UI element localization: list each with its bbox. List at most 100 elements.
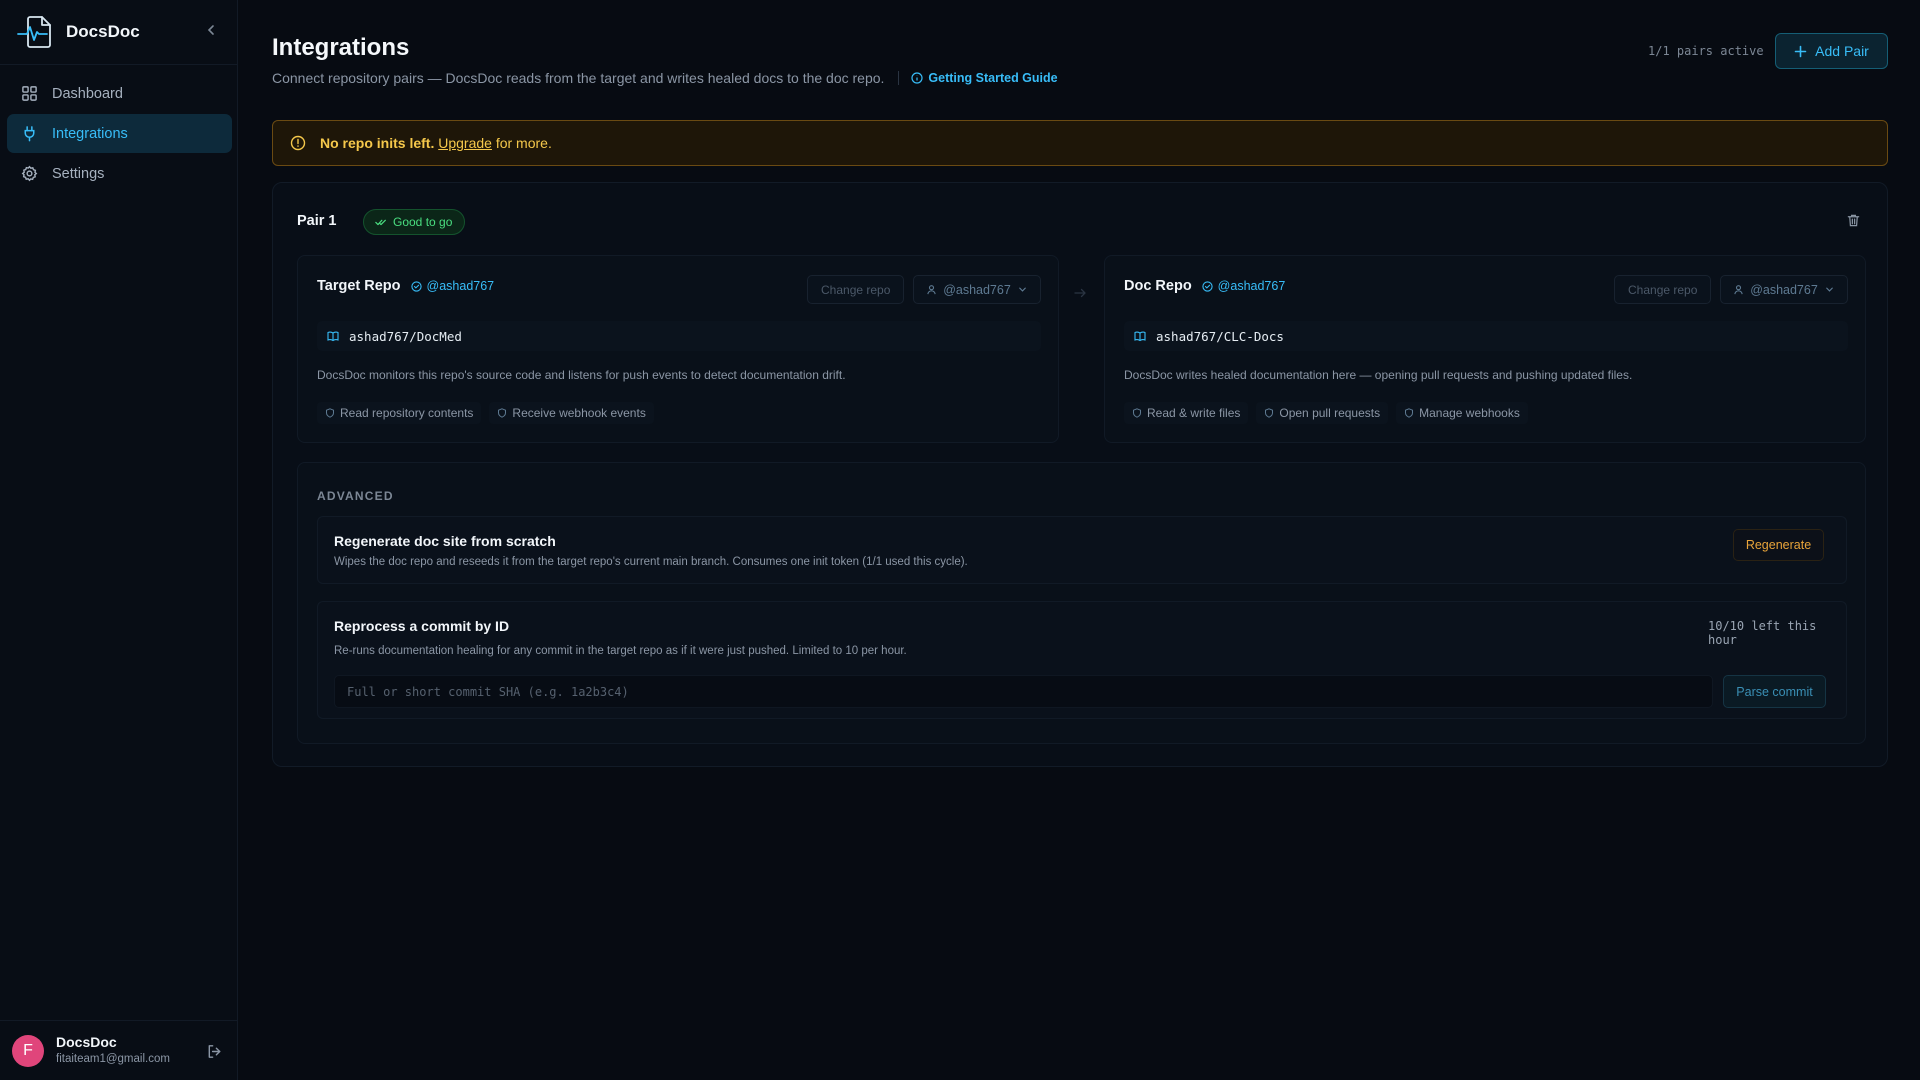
plug-icon [24, 126, 35, 142]
doc-account-label: @ashad767 [1750, 282, 1818, 297]
advanced-label: ADVANCED [317, 489, 394, 503]
getting-started-guide-link[interactable]: Getting Started Guide [911, 71, 1058, 85]
chevron-down-icon [1825, 287, 1833, 292]
permission-chip: Read repository contents [317, 402, 482, 424]
page-subtitle-row: Connect repository pairs — DocsDoc reads… [272, 70, 1058, 86]
regenerate-title: Regenerate doc site from scratch [334, 533, 556, 549]
target-change-repo-button[interactable]: Change repo [807, 275, 905, 304]
doc-permissions: Read & write files Open pull requests Ma… [1124, 402, 1528, 424]
add-pair-label: Add Pair [1815, 43, 1869, 59]
target-account-label: @ashad767 [943, 282, 1011, 297]
permission-label: Manage webhooks [1419, 406, 1520, 420]
banner-rest-text: for more. [495, 135, 552, 151]
doc-owner-label: @ashad767 [1217, 279, 1286, 293]
grid-icon [22, 86, 37, 101]
shield-icon [1133, 408, 1141, 418]
status-badge-label: Good to go [393, 215, 453, 229]
add-pair-button[interactable]: Add Pair [1775, 33, 1888, 69]
book-icon [327, 331, 339, 342]
shield-icon [326, 408, 334, 418]
shield-icon [1405, 408, 1414, 418]
page-title: Integrations [272, 34, 410, 61]
sidebar: DocsDoc Dashboard Integrations Settings … [0, 0, 238, 1080]
target-permissions: Read repository contents Receive webhook… [317, 402, 654, 424]
target-repo-title: Target Repo [317, 278, 401, 294]
target-repo-card: Target Repo @ashad767 Change repo @ashad… [297, 255, 1059, 443]
upgrade-link[interactable]: Upgrade [438, 135, 492, 151]
alert-circle-icon [290, 135, 306, 151]
user-icon [1734, 285, 1743, 295]
reprocess-remaining-counter: 10/10 left this hour [1708, 619, 1817, 647]
target-repo-header: Target Repo @ashad767 [317, 278, 494, 294]
regenerate-button[interactable]: Regenerate [1733, 529, 1824, 561]
subtitle-separator [898, 71, 900, 85]
permission-label: Receive webhook events [512, 406, 646, 420]
sidebar-divider [0, 64, 238, 65]
info-circle-icon [911, 72, 924, 84]
pair-card: Pair 1 Good to go Target Repo @ashad767 … [272, 182, 1888, 767]
plus-icon [1794, 45, 1807, 57]
no-inits-warning-banner: No repo inits left. Upgrade for more. [272, 120, 1888, 166]
sidebar-item-label: Dashboard [52, 85, 123, 102]
permission-label: Read repository contents [340, 406, 474, 420]
target-repo-owner[interactable]: @ashad767 [410, 279, 495, 293]
permission-chip: Receive webhook events [489, 402, 654, 424]
banner-text: No repo inits left. Upgrade for more. [320, 135, 552, 151]
status-badge: Good to go [363, 209, 466, 235]
sidebar-item-integrations[interactable]: Integrations [7, 114, 232, 153]
reprocess-title: Reprocess a commit by ID [334, 618, 510, 634]
logout-icon[interactable] [206, 1043, 223, 1060]
permission-chip: Open pull requests [1256, 402, 1389, 424]
sidebar-item-label: Settings [52, 165, 105, 182]
book-icon [1134, 331, 1146, 342]
doc-repo-header: Doc Repo @ashad767 [1124, 278, 1285, 294]
chevron-down-icon [1018, 287, 1026, 292]
arrow-right-icon [1074, 288, 1086, 298]
regenerate-panel: Regenerate doc site from scratch Wipes t… [317, 516, 1847, 584]
doc-repo-description: DocsDoc writes healed documentation here… [1124, 368, 1633, 382]
doc-repo-name: ashad767/CLC-Docs [1156, 328, 1284, 344]
pairs-active-counter: 1/1 pairs active [1648, 44, 1764, 58]
guide-link-label: Getting Started Guide [928, 71, 1058, 85]
sidebar-item-label: Integrations [52, 125, 128, 142]
parse-commit-button[interactable]: Parse commit [1723, 675, 1826, 708]
banner-bold-text: No repo inits left. [320, 135, 435, 151]
commit-sha-input[interactable] [334, 675, 1713, 708]
user-icon [927, 285, 936, 295]
permission-label: Read & write files [1147, 406, 1241, 420]
doc-repo-title: Doc Repo [1124, 278, 1192, 294]
check-circle-icon [410, 280, 422, 292]
trash-icon[interactable] [1846, 213, 1861, 228]
target-repo-path: ashad767/DocMed [317, 321, 1041, 351]
check-circle-icon [1202, 280, 1213, 292]
collapse-sidebar-chevron-icon[interactable] [203, 22, 219, 38]
permission-chip: Manage webhooks [1396, 402, 1528, 424]
heartbeat-doc-logo-icon [17, 16, 51, 48]
target-repo-description: DocsDoc monitors this repo's source code… [317, 368, 846, 382]
permission-label: Open pull requests [1279, 406, 1381, 420]
doc-repo-path: ashad767/CLC-Docs [1124, 321, 1848, 351]
reprocess-description: Re-runs documentation healing for any co… [334, 645, 907, 657]
shield-icon [498, 408, 507, 418]
doc-account-dropdown[interactable]: @ashad767 [1720, 275, 1848, 304]
user-name: DocsDoc [56, 1034, 117, 1050]
gear-icon [21, 165, 38, 182]
doc-repo-owner[interactable]: @ashad767 [1202, 279, 1286, 293]
sidebar-item-settings[interactable]: Settings [7, 154, 232, 193]
advanced-section: ADVANCED Regenerate doc site from scratc… [297, 462, 1866, 744]
pair-title: Pair 1 [297, 213, 337, 229]
shield-icon [1265, 408, 1274, 418]
page-subtitle: Connect repository pairs — DocsDoc reads… [272, 70, 885, 86]
regenerate-description: Wipes the doc repo and reseeds it from t… [334, 556, 968, 568]
brand[interactable]: DocsDoc [16, 14, 140, 50]
doc-change-repo-button[interactable]: Change repo [1614, 275, 1712, 304]
sidebar-item-dashboard[interactable]: Dashboard [7, 74, 232, 113]
target-account-dropdown[interactable]: @ashad767 [913, 275, 1041, 304]
sidebar-nav: Dashboard Integrations Settings [7, 74, 232, 194]
user-block: F DocsDoc fitaiteam1@gmail.com [0, 1020, 238, 1080]
permission-chip: Read & write files [1124, 402, 1249, 424]
target-owner-label: @ashad767 [426, 279, 495, 293]
target-repo-name: ashad767/DocMed [349, 328, 462, 344]
avatar[interactable]: F [12, 1035, 44, 1067]
reprocess-commit-panel: Reprocess a commit by ID 10/10 left this… [317, 601, 1847, 719]
